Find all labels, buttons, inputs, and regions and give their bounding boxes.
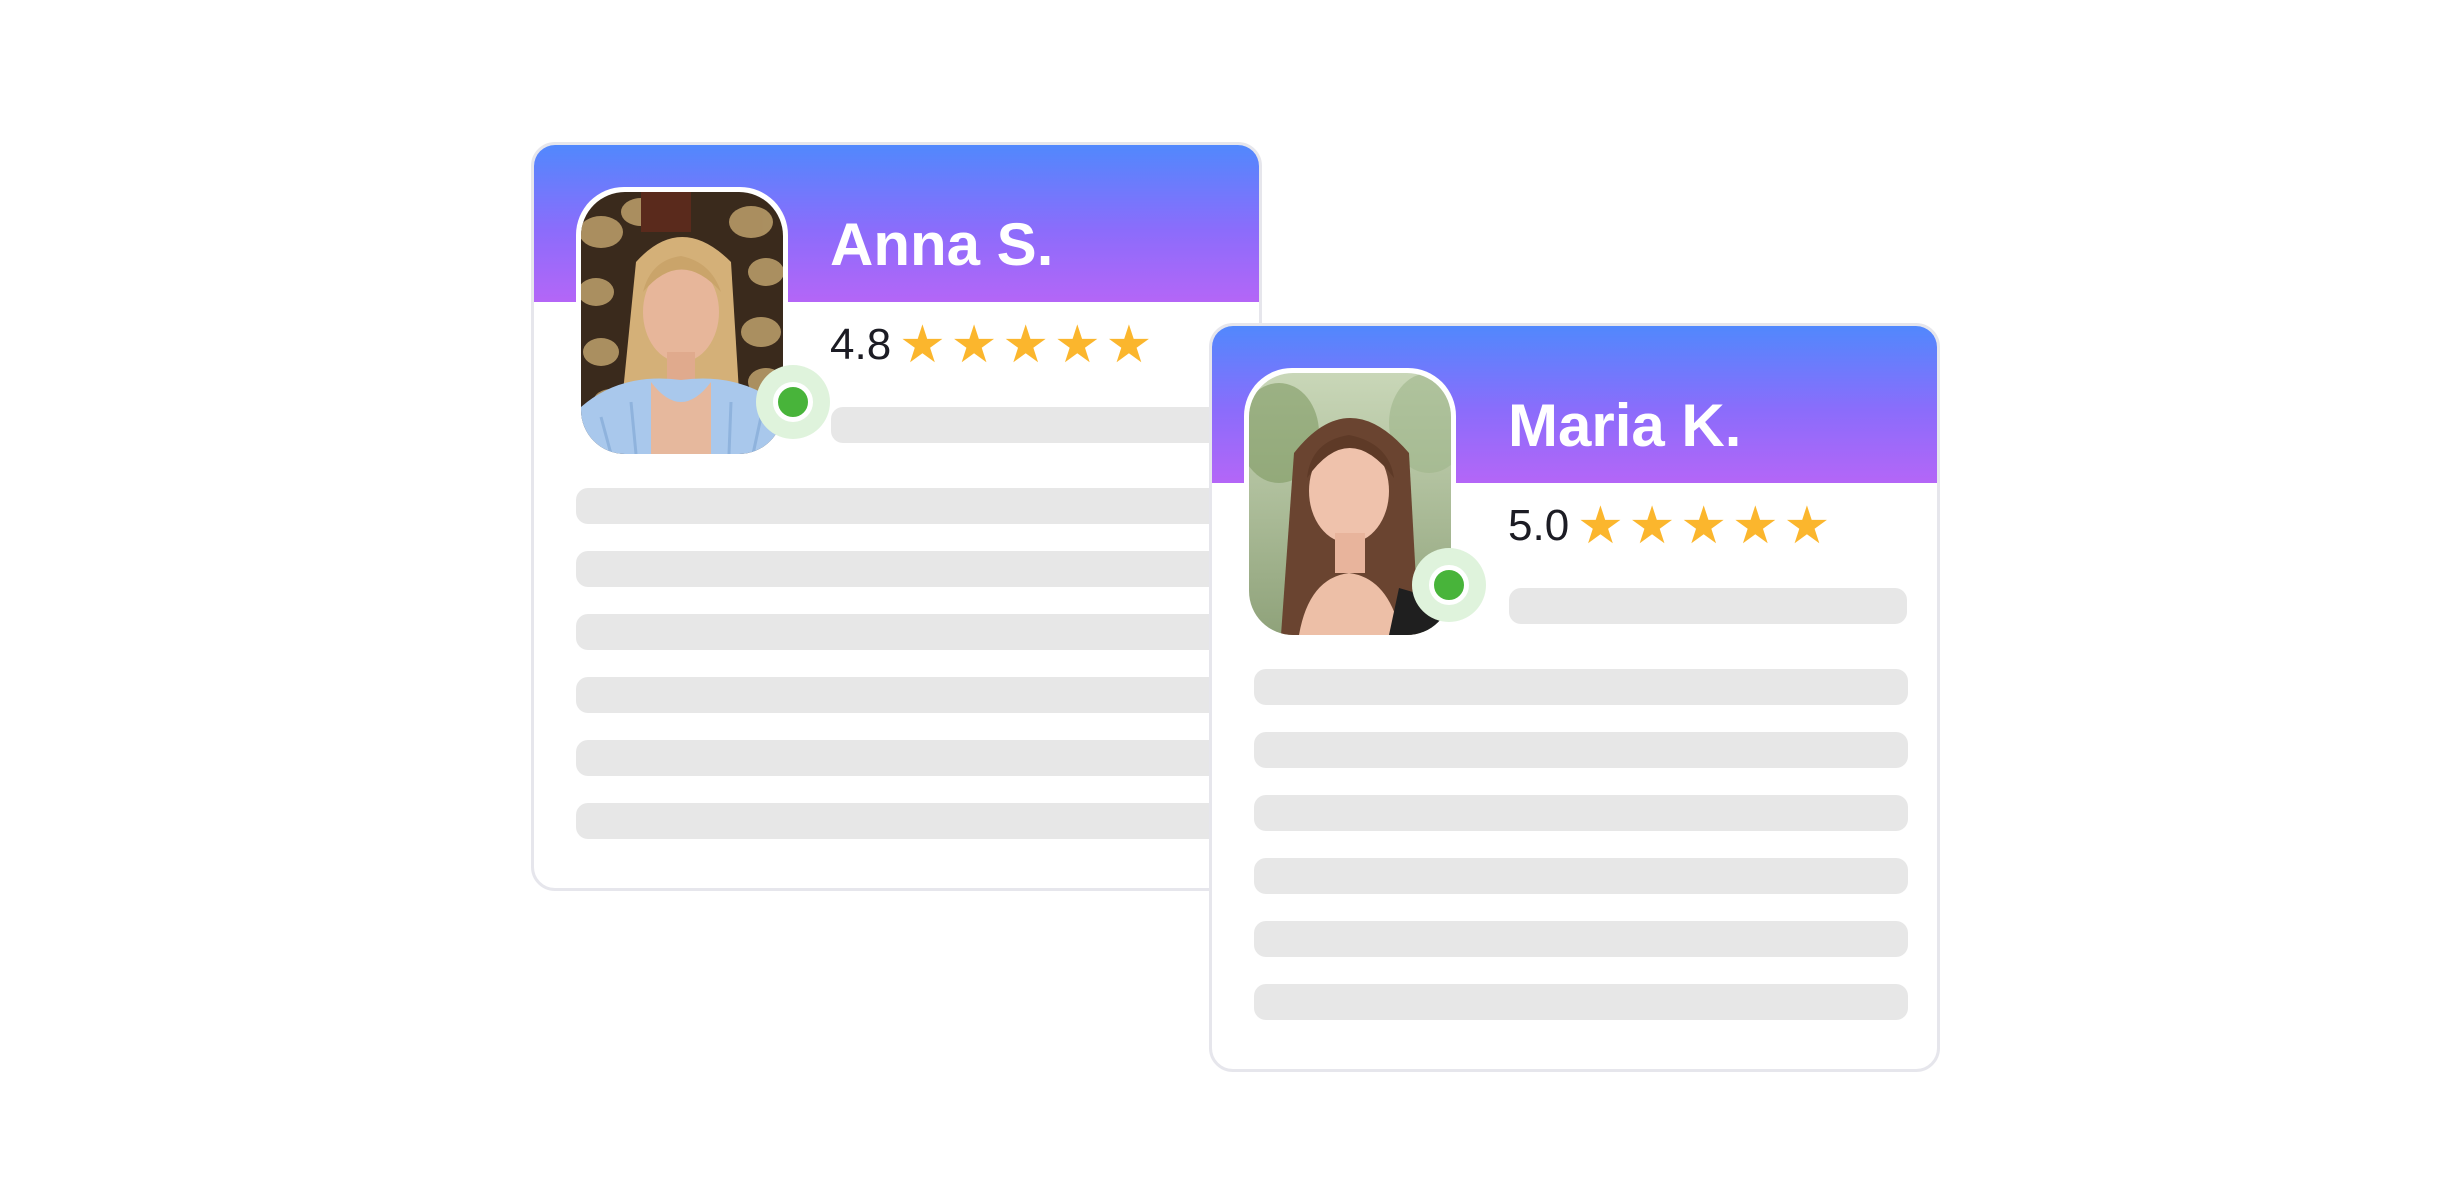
online-dot-icon: [773, 382, 813, 422]
star-icon: ★: [1054, 315, 1101, 375]
avatar-photo-anna: [581, 192, 783, 454]
rating-value: 4.8: [830, 320, 892, 369]
skeleton-line: [576, 677, 1230, 713]
star-rating: ★ ★ ★ ★ ★: [899, 319, 1152, 371]
skeleton-line-subtitle: [831, 407, 1229, 443]
star-icon: ★: [1577, 496, 1624, 556]
skeleton-line: [576, 551, 1230, 587]
profile-name: Anna S.: [830, 211, 1054, 278]
star-rating: ★ ★ ★ ★ ★: [1577, 500, 1830, 552]
rating-value: 5.0: [1508, 501, 1570, 550]
star-icon: ★: [1732, 496, 1779, 556]
skeleton-line: [1254, 669, 1908, 705]
skeleton-line: [1254, 858, 1908, 894]
skeleton-line: [576, 803, 1230, 839]
star-icon: ★: [1680, 496, 1728, 556]
skeleton-line: [1254, 732, 1908, 768]
star-icon: ★: [899, 315, 946, 375]
star-icon: ★: [1105, 315, 1153, 375]
star-icon: ★: [950, 315, 998, 375]
skeleton-line: [1254, 795, 1908, 831]
tutor-cards-stage: Anna S. 4.8 ★ ★ ★ ★ ★ Maria K. 5.0 ★ ★ ★…: [0, 0, 2448, 1200]
profile-name: Maria K.: [1508, 392, 1742, 459]
rating-row: 5.0 ★ ★ ★ ★ ★: [1508, 498, 1830, 554]
avatar[interactable]: [576, 187, 788, 459]
star-icon: ★: [1002, 315, 1050, 375]
star-icon: ★: [1628, 496, 1676, 556]
online-dot-icon: [1429, 565, 1469, 605]
skeleton-line: [576, 614, 1230, 650]
online-status-indicator: [756, 365, 830, 439]
rating-row: 4.8 ★ ★ ★ ★ ★: [830, 317, 1152, 373]
skeleton-line: [1254, 984, 1908, 1020]
profile-card-maria[interactable]: Maria K. 5.0 ★ ★ ★ ★ ★: [1209, 323, 1940, 1072]
online-status-indicator: [1412, 548, 1486, 622]
profile-card-anna[interactable]: Anna S. 4.8 ★ ★ ★ ★ ★: [531, 142, 1262, 891]
skeleton-line: [576, 488, 1230, 524]
star-icon: ★: [1783, 496, 1831, 556]
skeleton-line: [576, 740, 1230, 776]
skeleton-line-subtitle: [1509, 588, 1907, 624]
skeleton-line: [1254, 921, 1908, 957]
